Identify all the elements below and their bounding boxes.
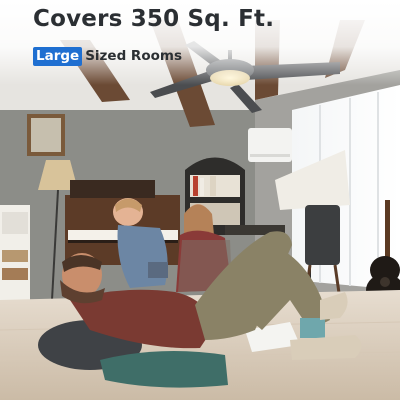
subheading: Large Sized Rooms [33,47,182,66]
headline: Covers 350 Sq. Ft. [33,6,275,32]
highlight-badge: Large [33,47,83,66]
product-banner: Covers 350 Sq. Ft. Large Sized Rooms [0,0,400,400]
subheading-text: Sized Rooms [85,48,182,64]
